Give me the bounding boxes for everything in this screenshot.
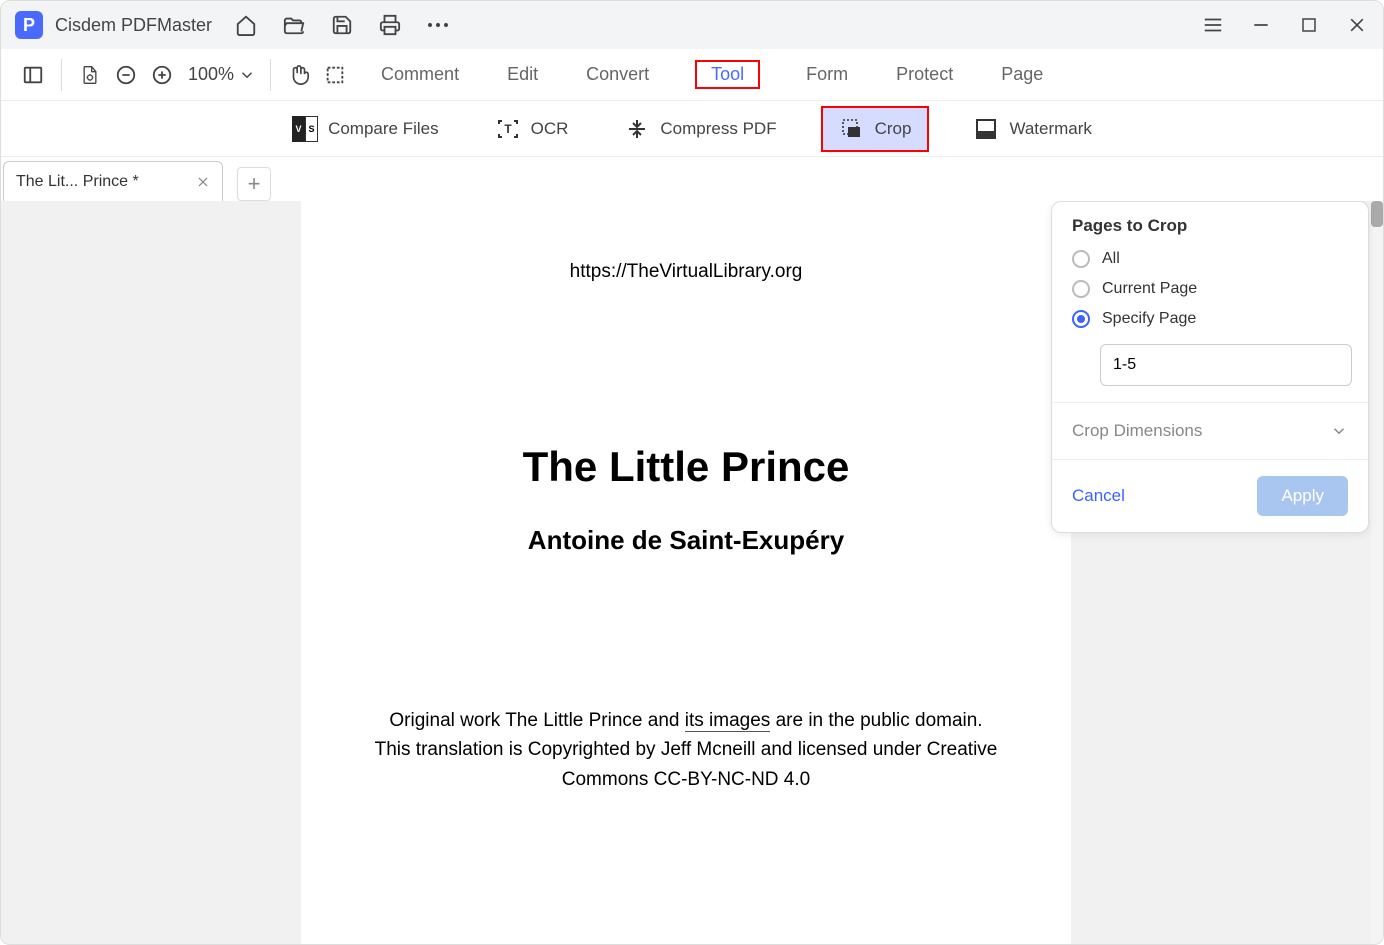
compress-pdf-button[interactable]: Compress PDF [612, 108, 788, 150]
compress-label: Compress PDF [660, 119, 776, 139]
print-icon[interactable] [378, 13, 402, 37]
open-folder-icon[interactable] [282, 13, 306, 37]
hand-tool-icon[interactable] [281, 57, 317, 93]
pdf-page: https://TheVirtualLibrary.org The Little… [301, 201, 1071, 944]
watermark-icon [973, 116, 999, 142]
svg-text:T: T [504, 122, 512, 136]
document-title: The Little Prince [331, 443, 1041, 491]
new-tab-button[interactable]: + [237, 167, 271, 201]
panel-toggle-icon[interactable] [15, 57, 51, 93]
crop-button[interactable]: Crop [821, 106, 930, 152]
tab-page[interactable]: Page [999, 60, 1045, 89]
compare-files-icon: VS [292, 116, 318, 142]
content-area: https://TheVirtualLibrary.org The Little… [1, 201, 1383, 944]
divider [270, 59, 271, 91]
main-toolbar: 100% Comment Edit Convert Tool Form Prot… [1, 49, 1383, 101]
apply-button[interactable]: Apply [1257, 476, 1348, 516]
crop-dimensions-toggle[interactable]: Crop Dimensions [1052, 403, 1368, 459]
zoom-level-dropdown[interactable]: 100% [188, 64, 256, 85]
tab-convert[interactable]: Convert [584, 60, 651, 89]
close-window-icon[interactable] [1345, 13, 1369, 37]
vertical-scrollbar[interactable] [1371, 201, 1383, 944]
app-logo: P [15, 11, 43, 39]
file-tab-label: The Lit... Prince * [16, 173, 139, 191]
crop-panel: Pages to Crop All Current Page Specify P… [1051, 201, 1369, 533]
compress-icon [624, 116, 650, 142]
document-body: Original work The Little Prince and its … [331, 706, 1041, 794]
tab-tool[interactable]: Tool [695, 60, 760, 89]
document-link-text: its images [685, 710, 771, 732]
page-range-input[interactable] [1100, 344, 1352, 386]
watermark-label: Watermark [1009, 119, 1092, 139]
compare-files-button[interactable]: VS Compare Files [280, 108, 451, 150]
app-title: Cisdem PDFMaster [55, 15, 212, 36]
radio-specify-page[interactable]: Specify Page [1072, 310, 1348, 328]
tab-protect[interactable]: Protect [894, 60, 955, 89]
watermark-button[interactable]: Watermark [961, 108, 1104, 150]
crop-icon [839, 116, 865, 142]
zoom-out-icon[interactable] [108, 57, 144, 93]
title-bar: P Cisdem PDFMaster [1, 1, 1383, 49]
file-tab[interactable]: The Lit... Prince * [3, 161, 223, 201]
page-url-line: https://TheVirtualLibrary.org [331, 261, 1041, 283]
cancel-button[interactable]: Cancel [1072, 486, 1125, 506]
radio-current-page[interactable]: Current Page [1072, 280, 1348, 298]
scrollbar-thumb[interactable] [1371, 201, 1383, 227]
file-tab-close-icon[interactable] [196, 175, 210, 189]
sub-toolbar: VS Compare Files T OCR Compress PDF Crop [1, 101, 1383, 157]
tab-edit[interactable]: Edit [505, 60, 540, 89]
hamburger-menu-icon[interactable] [1201, 13, 1225, 37]
home-icon[interactable] [234, 13, 258, 37]
ocr-label: OCR [531, 119, 569, 139]
crop-panel-title: Pages to Crop [1072, 216, 1348, 236]
radio-icon [1072, 280, 1090, 298]
ocr-button[interactable]: T OCR [483, 108, 581, 150]
minimize-window-icon[interactable] [1249, 13, 1273, 37]
radio-all-label: All [1102, 250, 1120, 268]
radio-icon [1072, 250, 1090, 268]
radio-current-label: Current Page [1102, 280, 1197, 298]
radio-icon [1072, 310, 1090, 328]
divider [61, 59, 62, 91]
file-tab-strip: The Lit... Prince * + [1, 157, 1383, 201]
radio-specify-label: Specify Page [1102, 310, 1196, 328]
chevron-down-icon [1330, 422, 1348, 440]
tab-form[interactable]: Form [804, 60, 850, 89]
more-icon[interactable] [426, 13, 450, 37]
crop-dimensions-label: Crop Dimensions [1072, 421, 1202, 441]
save-icon[interactable] [330, 13, 354, 37]
zoom-value: 100% [188, 64, 234, 85]
page-settings-icon[interactable] [72, 57, 108, 93]
compare-files-label: Compare Files [328, 119, 439, 139]
ocr-icon: T [495, 116, 521, 142]
radio-all-pages[interactable]: All [1072, 250, 1348, 268]
maximize-window-icon[interactable] [1297, 13, 1321, 37]
document-subtitle: Antoine de Saint-Exupéry [331, 525, 1041, 556]
crop-label: Crop [875, 119, 912, 139]
zoom-in-icon[interactable] [144, 57, 180, 93]
tab-comment[interactable]: Comment [379, 60, 461, 89]
select-tool-icon[interactable] [317, 57, 353, 93]
